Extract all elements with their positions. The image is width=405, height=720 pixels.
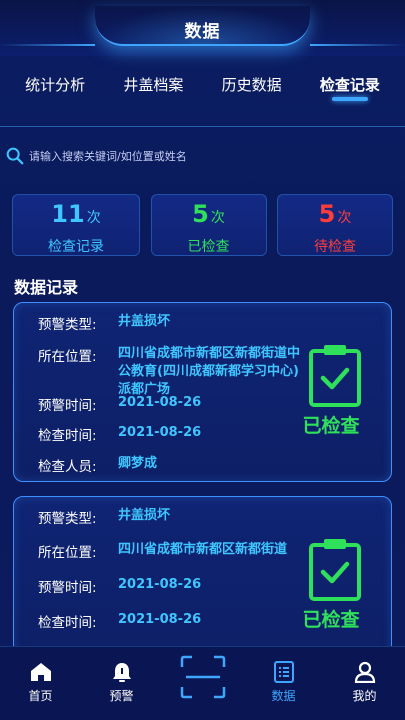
nav-label: 我的 <box>352 689 377 703</box>
field-label: 预警类型: <box>38 511 97 527</box>
record-card[interactable]: 预警类型: 井盖损坏 所在位置: 四川省成都市新都区新都街道中公教育(四川成都新… <box>13 302 392 482</box>
stat-label: 已检查 <box>187 239 230 255</box>
search-bar <box>4 143 399 169</box>
record-field-warning-time: 预警时间: 2021-08-26 <box>38 576 201 596</box>
stat-label: 待检查 <box>314 239 356 255</box>
stat-value: 11 次 <box>51 200 101 228</box>
list-icon <box>273 661 294 683</box>
user-icon <box>354 661 375 683</box>
nav-data[interactable]: 数据 <box>243 661 324 720</box>
tab-label: 井盖档案 <box>123 76 184 94</box>
tab-history[interactable]: 历史数据 <box>203 66 301 110</box>
clipboard-check-icon <box>309 539 361 601</box>
clipboard-check-icon <box>309 345 361 407</box>
search-icon[interactable] <box>4 145 26 167</box>
status-label: 已检查 <box>302 609 360 631</box>
scan-icon[interactable] <box>180 655 226 699</box>
stat-label: 检查记录 <box>48 239 104 255</box>
record-field-warning-type: 预警类型: 井盖损坏 <box>38 507 170 527</box>
field-label: 所在位置: <box>38 349 97 365</box>
nav-home[interactable]: 首页 <box>0 661 81 720</box>
nav-mine[interactable]: 我的 <box>324 661 405 720</box>
record-field-check-time: 检查时间: 2021-08-26 <box>38 611 201 631</box>
stat-card-pending[interactable]: 5次 待检查 <box>277 194 393 256</box>
field-value: 四川省成都市新都区新都街道中公教育(四川成都新都学习中心)派都广场 <box>118 346 301 397</box>
page-title: 数据 <box>184 22 221 42</box>
stat-card-total[interactable]: 11 次 检查记录 <box>12 194 140 256</box>
record-field-check-time: 检查时间: 2021-08-26 <box>38 424 201 444</box>
tab-label: 历史数据 <box>221 76 282 94</box>
tab-label: 检查记录 <box>319 76 380 94</box>
status-badge: 已检查 <box>299 343 371 438</box>
record-field-inspector: 检查人员: 卿梦成 <box>38 455 157 475</box>
field-value: 2021-08-26 <box>118 612 202 627</box>
tab-inspection-records[interactable]: 检查记录 <box>301 66 399 110</box>
field-value: 卿梦成 <box>118 456 158 471</box>
divider <box>0 126 405 127</box>
stat-value: 5次 <box>318 200 352 228</box>
stats-row: 11 次 检查记录 5次 已检查 5次 待检查 <box>12 194 393 256</box>
tab-manhole-archive[interactable]: 井盖档案 <box>104 66 202 110</box>
nav-warning[interactable]: 预警 <box>81 661 162 720</box>
field-value: 2021-08-26 <box>118 395 202 410</box>
app-header: 数据 <box>0 0 405 56</box>
nav-label: 预警 <box>109 689 134 703</box>
stat-card-checked[interactable]: 5次 已检查 <box>150 194 267 256</box>
tab-statistics[interactable]: 统计分析 <box>6 66 104 110</box>
field-value: 四川省成都市新都区新都街道 <box>118 542 288 557</box>
bell-icon <box>112 663 131 682</box>
stat-value: 5次 <box>192 200 225 228</box>
header-decor-right <box>310 44 405 46</box>
tab-active-indicator <box>331 97 368 101</box>
field-label: 检查人员: <box>38 459 97 475</box>
nav-label: 数据 <box>271 689 296 703</box>
tab-label: 统计分析 <box>25 76 86 94</box>
status-badge: 已检查 <box>299 537 371 632</box>
field-label: 预警时间: <box>38 398 97 414</box>
tab-bar: 统计分析 井盖档案 历史数据 检查记录 <box>0 66 405 110</box>
field-label: 所在位置: <box>38 545 97 561</box>
field-value: 2021-08-26 <box>118 425 202 440</box>
nav-label: 首页 <box>28 689 53 703</box>
field-label: 检查时间: <box>38 615 97 631</box>
record-field-warning-time: 预警时间: 2021-08-26 <box>38 394 201 414</box>
header-decor-left <box>0 44 95 46</box>
search-input[interactable] <box>29 149 389 163</box>
field-label: 预警时间: <box>38 580 97 596</box>
field-label: 预警类型: <box>38 317 97 333</box>
record-field-location: 所在位置: 四川省成都市新都区新都街道 <box>38 541 287 561</box>
home-icon <box>30 663 51 681</box>
section-title: 数据记录 <box>14 278 79 297</box>
field-value: 井盖损坏 <box>118 314 171 329</box>
field-value: 井盖损坏 <box>118 508 171 523</box>
status-label: 已检查 <box>302 415 360 437</box>
record-field-location: 所在位置: 四川省成都市新都区新都街道中公教育(四川成都新都学习中心)派都广场 <box>38 345 303 399</box>
field-value: 2021-08-26 <box>118 577 202 592</box>
record-card[interactable]: 预警类型: 井盖损坏 所在位置: 四川省成都市新都区新都街道 预警时间: 202… <box>13 496 392 666</box>
record-field-warning-type: 预警类型: 井盖损坏 <box>38 313 170 333</box>
field-label: 检查时间: <box>38 428 97 444</box>
